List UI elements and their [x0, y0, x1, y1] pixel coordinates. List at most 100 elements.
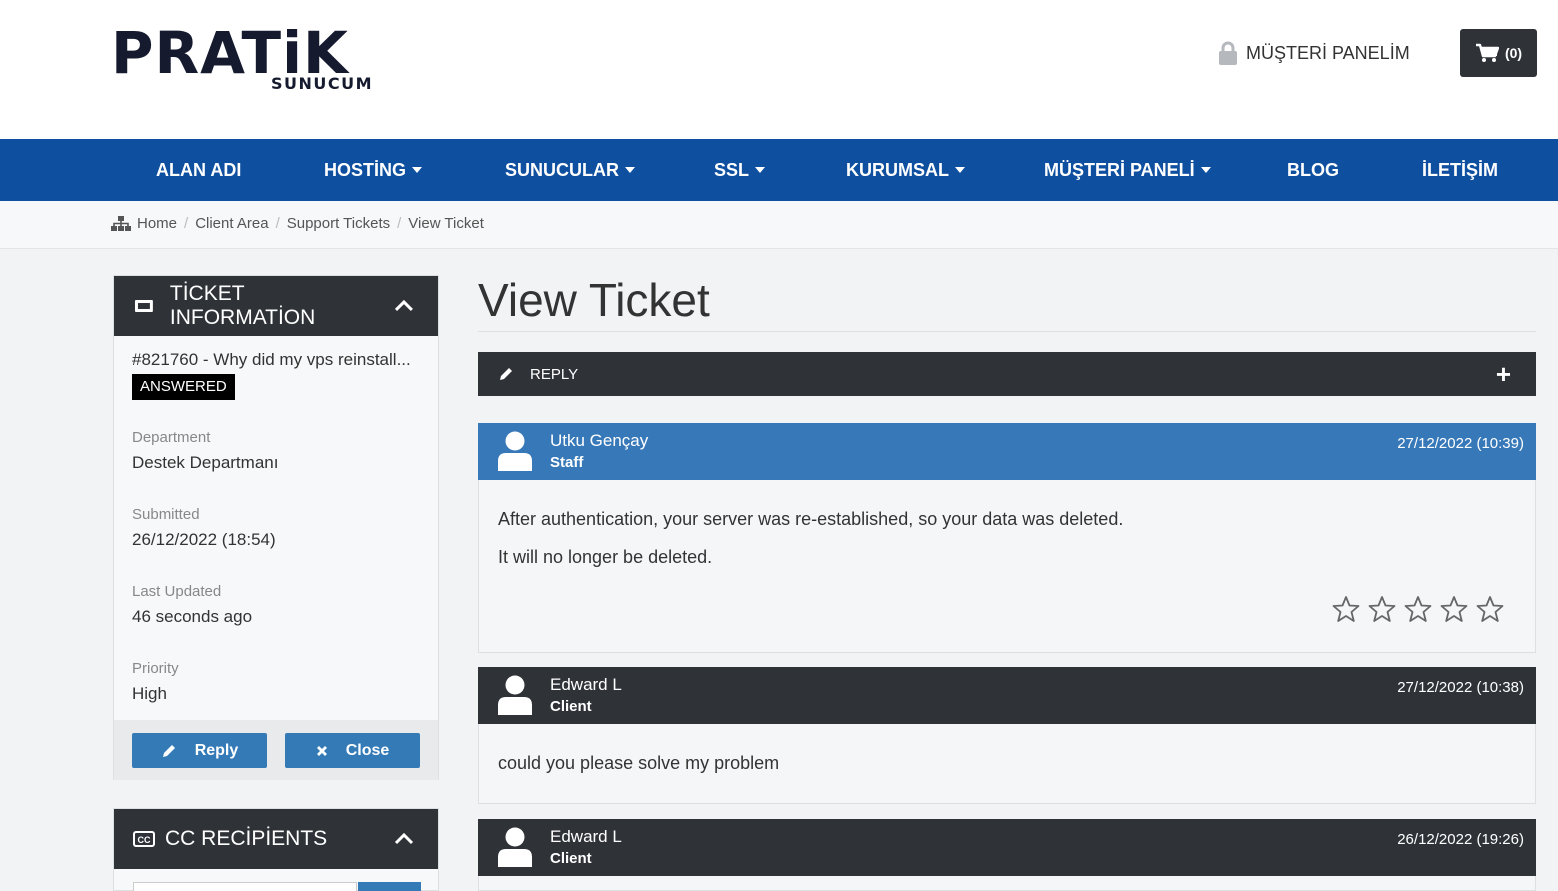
chevron-up-icon[interactable] [394, 299, 414, 313]
priority-label: Priority [132, 660, 179, 677]
message-author: Edward L [550, 675, 622, 694]
title-divider [478, 331, 1536, 332]
message-header: Utku Gençay Staff 27/12/2022 (10:39) [478, 423, 1536, 480]
cc-add-button[interactable] [358, 882, 421, 891]
page-title: View Ticket [478, 274, 710, 326]
message-text: After authentication, your server was re… [498, 509, 1124, 529]
ticket-info-panel: TİCKET INFORMATİON #821760 - Why did my … [113, 275, 439, 780]
message-text: could you please solve my problem [498, 753, 780, 773]
ticket-icon [134, 300, 153, 312]
caret-down-icon [625, 167, 635, 173]
caret-down-icon [955, 167, 965, 173]
nav-item-corporate[interactable]: KURUMSAL [846, 139, 965, 201]
breadcrumb: Home / Client Area / Support Tickets / V… [111, 215, 484, 232]
breadcrumb-home[interactable]: Home [137, 215, 177, 232]
message-body [478, 876, 1536, 891]
reply-button-label: Reply [194, 741, 239, 759]
cc-recipients-panel: CC CC RECİPİENTS [113, 808, 439, 891]
message-role: Staff [550, 454, 584, 471]
cart-button[interactable]: (0) [1460, 29, 1537, 77]
message-role: Client [550, 850, 592, 867]
message-date: 26/12/2022 (19:26) [1397, 831, 1524, 848]
ticket-subject: #821760 - Why did my vps reinstall... [132, 350, 411, 369]
caret-down-icon [412, 167, 423, 173]
cc-email-input[interactable] [133, 882, 357, 891]
last-updated-label: Last Updated [132, 583, 222, 600]
site-header: PRATiK SUNUCUM MÜŞTERİ PANELİM (0) [0, 0, 1558, 139]
plus-icon[interactable]: + [1496, 361, 1511, 387]
logo-subtitle: SUNUCUM [271, 74, 374, 93]
last-updated-value: 46 seconds ago [132, 607, 253, 626]
breadcrumb-support-tickets[interactable]: Support Tickets [287, 215, 390, 232]
message-body: could you please solve my problem [478, 724, 1536, 804]
sitemap-icon [111, 215, 131, 231]
ticket-info-title: TİCKET INFORMATİON [169, 282, 316, 329]
cc-icon: CC [133, 831, 155, 847]
nav-label: HOSTİNG [324, 159, 407, 180]
user-avatar-icon [498, 675, 532, 715]
user-avatar-icon [498, 431, 532, 471]
nav-item-hosting[interactable]: HOSTİNG [324, 139, 423, 201]
close-icon [316, 745, 327, 756]
breadcrumb-separator: / [397, 215, 402, 232]
close-button-label: Close [345, 741, 390, 759]
cc-recipients-header[interactable]: CC CC RECİPİENTS [114, 809, 438, 869]
lock-icon [1219, 41, 1237, 65]
reply-toggle-bar[interactable]: REPLY + [478, 352, 1536, 396]
star-icon[interactable] [1367, 595, 1397, 628]
breadcrumb-current: View Ticket [408, 215, 484, 232]
submitted-value: 26/12/2022 (18:54) [132, 530, 276, 549]
rating-stars [1325, 595, 1505, 628]
chevron-up-icon[interactable] [394, 832, 414, 846]
main-navigation: ALAN ADI HOSTİNG SUNUCULAR SSL KURUMSAL … [0, 139, 1558, 201]
breadcrumb-client-area[interactable]: Client Area [195, 215, 268, 232]
priority-value: High [132, 684, 167, 703]
breadcrumb-separator: / [275, 215, 280, 232]
message-text: It will no longer be deleted. [498, 547, 713, 567]
svg-text:CC: CC [138, 835, 151, 845]
nav-item-ssl[interactable]: SSL [714, 139, 766, 201]
cc-recipients-title: CC RECİPİENTS [165, 827, 328, 850]
submitted-label: Submitted [132, 506, 200, 523]
department-label: Department [132, 429, 211, 446]
star-icon[interactable] [1403, 595, 1433, 628]
customer-panel-label: MÜŞTERİ PANELİM [1246, 42, 1410, 63]
caret-down-icon [755, 167, 766, 173]
message-author: Edward L [550, 827, 622, 846]
site-logo[interactable]: PRATiK SUNUCUM [111, 22, 373, 94]
nav-label: KURUMSAL [846, 159, 949, 180]
reply-bar-label: REPLY [530, 365, 579, 383]
message-author: Utku Gençay [550, 431, 649, 450]
star-icon[interactable] [1331, 595, 1361, 628]
ticket-info-header[interactable]: TİCKET INFORMATİON [114, 276, 438, 336]
message-body: After authentication, your server was re… [478, 480, 1536, 653]
message-header: Edward L Client 27/12/2022 (10:38) [478, 667, 1536, 724]
pencil-icon [162, 744, 175, 757]
nav-label: ALAN ADI [156, 159, 242, 180]
star-icon[interactable] [1475, 595, 1505, 628]
breadcrumb-separator: / [184, 215, 189, 232]
message-date: 27/12/2022 (10:38) [1397, 679, 1524, 696]
user-avatar-icon [498, 827, 532, 867]
status-badge: ANSWERED [132, 374, 235, 400]
nav-label: MÜŞTERİ PANELİ [1044, 159, 1195, 180]
customer-panel-link[interactable]: MÜŞTERİ PANELİM [1218, 40, 1410, 66]
cart-count: (0) [1504, 45, 1523, 61]
ticket-actions: Reply Close [114, 720, 438, 780]
star-icon[interactable] [1439, 595, 1469, 628]
cart-icon [1475, 43, 1499, 62]
nav-item-customer-panel[interactable]: MÜŞTERİ PANELİ [1044, 139, 1211, 201]
caret-down-icon [1200, 167, 1211, 173]
message-date: 27/12/2022 (10:39) [1397, 435, 1524, 452]
message-role: Client [550, 698, 592, 715]
nav-label: SSL [714, 159, 750, 180]
nav-item-blog[interactable]: BLOG [1287, 139, 1339, 201]
nav-label: İLETİŞİM [1422, 159, 1498, 180]
nav-item-servers[interactable]: SUNUCULAR [505, 139, 635, 201]
pencil-icon [500, 368, 512, 380]
nav-item-domain[interactable]: ALAN ADI [156, 139, 241, 201]
close-ticket-button[interactable]: Close [285, 733, 420, 768]
nav-label: BLOG [1287, 159, 1339, 180]
nav-item-contact[interactable]: İLETİŞİM [1422, 139, 1498, 201]
reply-button[interactable]: Reply [132, 733, 267, 768]
